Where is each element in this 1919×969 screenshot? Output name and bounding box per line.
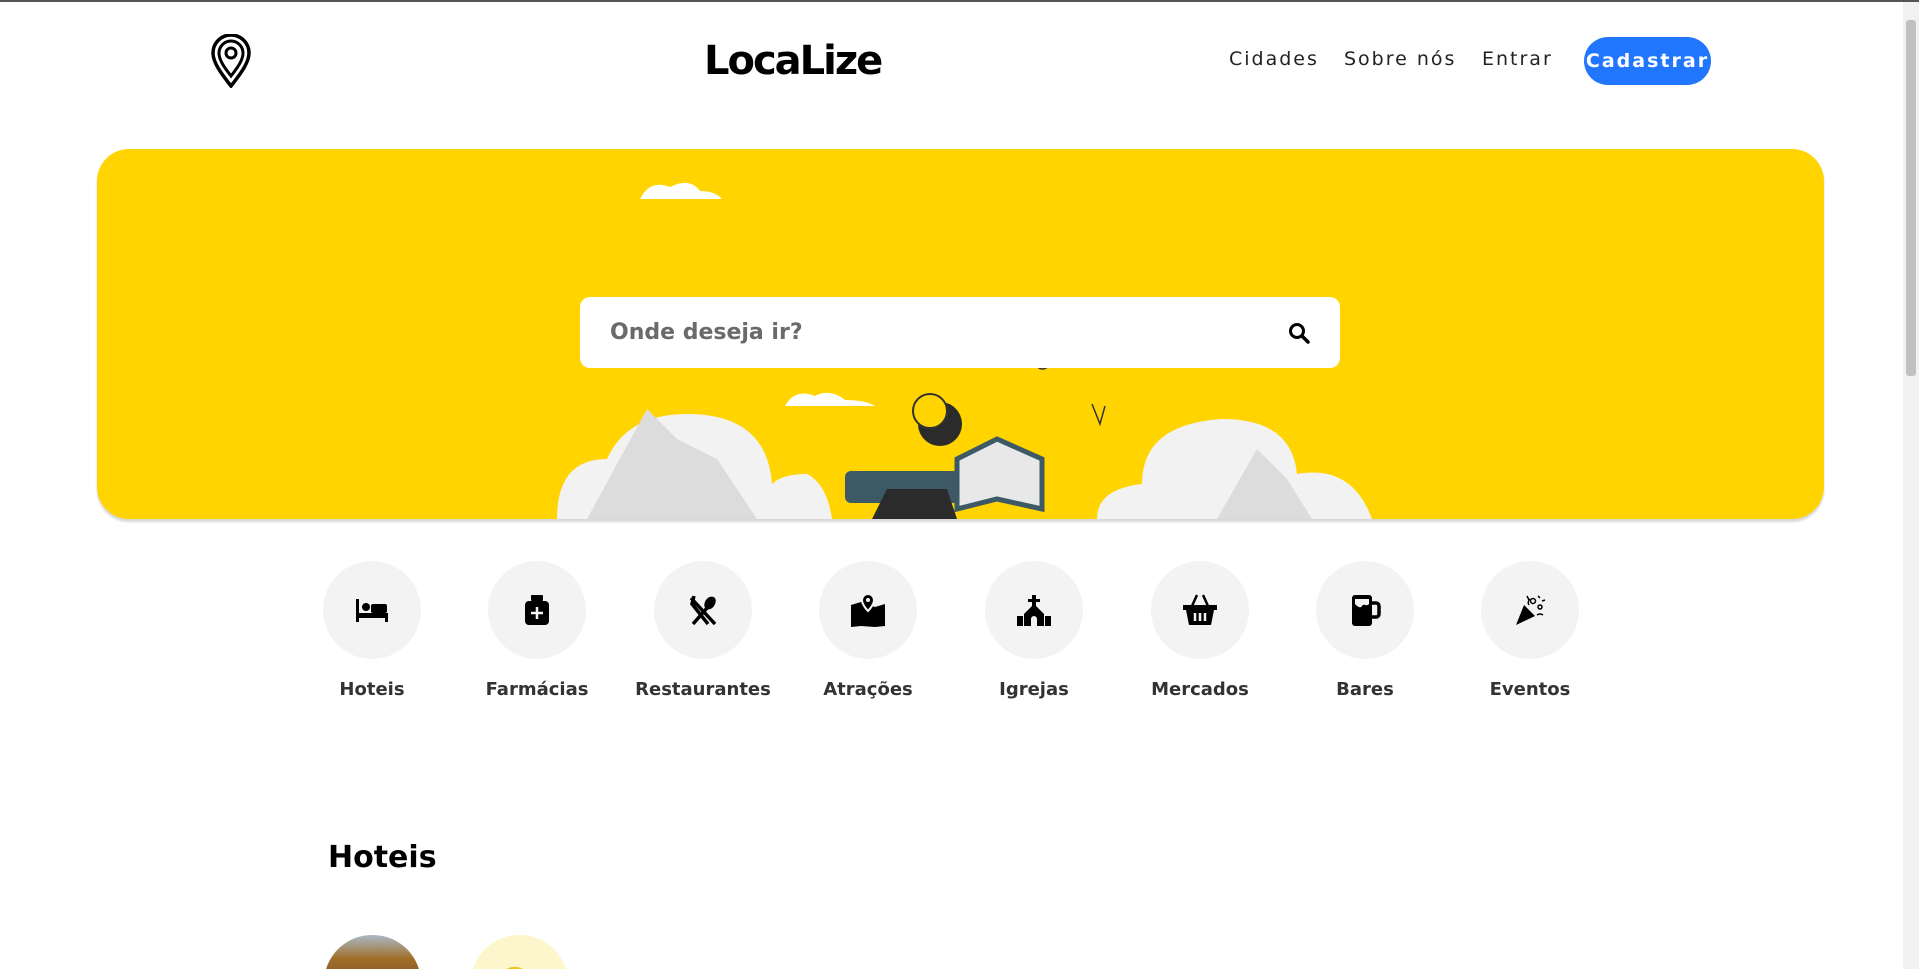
location-pin-icon[interactable] bbox=[210, 34, 252, 88]
section-title-hoteis: Hoteis bbox=[328, 840, 437, 875]
medkit-icon bbox=[525, 595, 549, 625]
search-icon[interactable] bbox=[1288, 322, 1310, 344]
category-mercados[interactable]: Mercados bbox=[1120, 561, 1280, 700]
nav-sobre-nos[interactable]: Sobre nós bbox=[1344, 48, 1456, 70]
category-igrejas[interactable]: Igrejas bbox=[954, 561, 1114, 700]
hotel-thumbnail[interactable] bbox=[324, 935, 421, 969]
category-restaurantes[interactable]: Restaurantes bbox=[623, 561, 783, 700]
bed-icon bbox=[356, 599, 388, 622]
church-icon bbox=[1017, 595, 1051, 626]
basket-icon bbox=[1183, 594, 1217, 625]
hotel-thumbnail[interactable] bbox=[471, 935, 568, 969]
hero-banner bbox=[97, 149, 1824, 519]
party-popper-icon bbox=[1516, 595, 1546, 625]
nav-cidades[interactable]: Cidades bbox=[1229, 48, 1319, 70]
beer-icon bbox=[1352, 595, 1381, 626]
category-eventos[interactable]: Eventos bbox=[1450, 561, 1610, 700]
map-marked-icon bbox=[851, 593, 885, 627]
scrollbar-thumb[interactable] bbox=[1906, 20, 1916, 376]
category-bares[interactable]: Bares bbox=[1285, 561, 1445, 700]
utensils-icon bbox=[689, 595, 717, 625]
search-bar bbox=[580, 297, 1340, 368]
nav-entrar[interactable]: Entrar bbox=[1482, 48, 1553, 70]
localize-logo[interactable]: LocaLize bbox=[704, 36, 884, 86]
category-farmacias[interactable]: Farmácias bbox=[457, 561, 617, 700]
category-atracoes[interactable]: Atrações bbox=[788, 561, 948, 700]
category-hoteis[interactable]: Hoteis bbox=[292, 561, 452, 700]
search-input[interactable] bbox=[610, 320, 1288, 345]
signup-button[interactable]: Cadastrar bbox=[1584, 37, 1711, 85]
